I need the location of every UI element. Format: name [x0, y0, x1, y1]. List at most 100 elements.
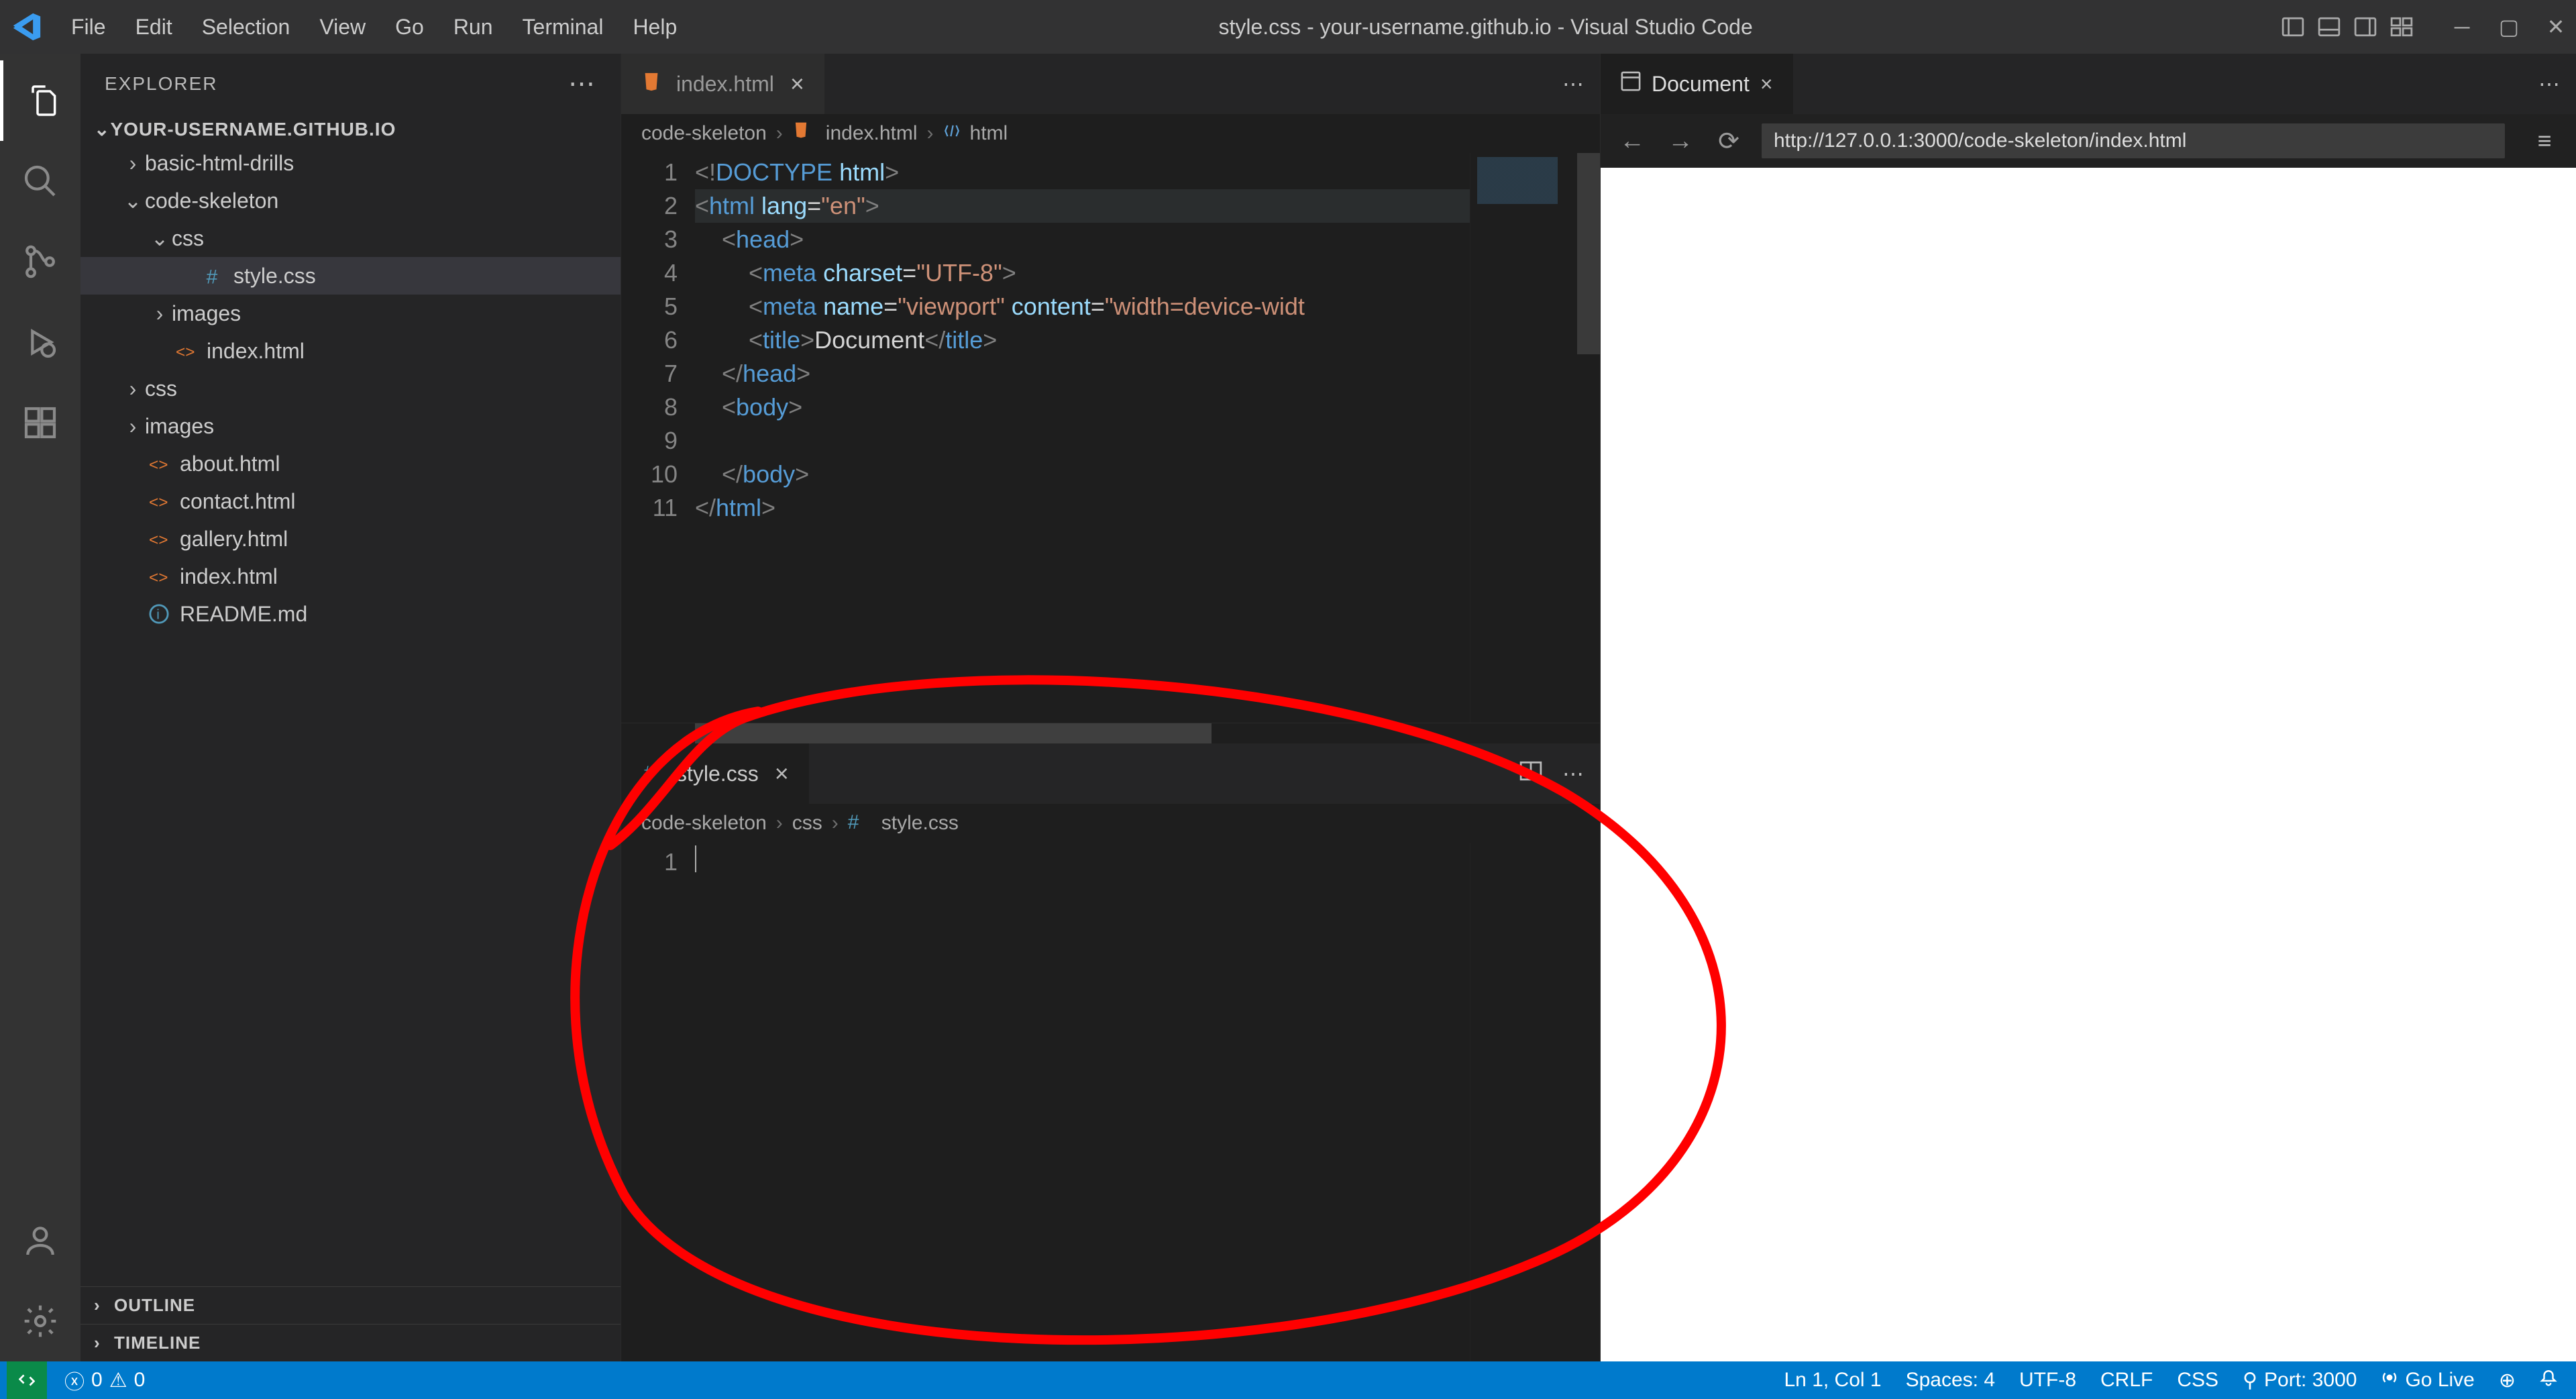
cursor-position[interactable]: Ln 1, Col 1 — [1772, 1361, 1894, 1399]
eol-button[interactable]: CRLF — [2088, 1361, 2165, 1399]
activity-settings-icon[interactable] — [0, 1281, 80, 1361]
url-bar[interactable]: http://127.0.0.1:3000/code-skeleton/inde… — [1762, 123, 2505, 158]
tree-item-label: basic-html-drills — [145, 151, 294, 176]
code-area[interactable] — [695, 843, 1470, 1361]
svg-text:<>: <> — [149, 456, 168, 474]
minimap[interactable] — [1470, 843, 1577, 1361]
window-close-icon[interactable]: ✕ — [2542, 13, 2569, 40]
tree-item-label: css — [145, 376, 177, 401]
tab-label: index.html — [676, 72, 774, 97]
menu-help[interactable]: Help — [618, 11, 692, 44]
explorer-root[interactable]: ⌄ YOUR-USERNAME.GITHUB.IO — [80, 114, 621, 144]
breadcrumb-seg[interactable]: code-skeleton — [641, 122, 767, 145]
explorer-sidebar: EXPLORER ⋯ ⌄ YOUR-USERNAME.GITHUB.IO ›ba… — [80, 54, 621, 1361]
scrollbar-horizontal[interactable] — [621, 723, 1600, 743]
tree-item-label: style.css — [233, 264, 316, 289]
activity-source-control-icon[interactable] — [0, 221, 80, 302]
megaphone-icon: ⊕ — [2499, 1369, 2516, 1392]
outline-section[interactable]: ›OUTLINE — [80, 1286, 621, 1324]
editor-more-icon[interactable]: ⋯ — [1562, 71, 1584, 97]
toggle-secondary-sidebar-icon[interactable] — [2352, 13, 2379, 40]
folder-item[interactable]: ›css — [80, 370, 621, 407]
breadcrumb-seg[interactable]: code-skeleton — [641, 812, 767, 835]
tree-item-label: index.html — [207, 339, 305, 364]
html-file-icon: <> — [145, 489, 173, 513]
preview-frame[interactable] — [1601, 168, 2576, 1361]
menu-selection[interactable]: Selection — [187, 11, 305, 44]
menu-run[interactable]: Run — [439, 11, 508, 44]
breadcrumb-seg[interactable]: style.css — [881, 812, 959, 835]
editor-top[interactable]: 1234567891011 <!DOCTYPE html><html lang=… — [621, 153, 1600, 723]
code-area[interactable]: <!DOCTYPE html><html lang="en"> <head> <… — [695, 153, 1470, 723]
editor-bottom[interactable]: 1 — [621, 843, 1600, 1361]
activity-run-debug-icon[interactable] — [0, 302, 80, 382]
tree-item-label: images — [172, 301, 241, 326]
file-item[interactable]: <>index.html — [80, 332, 621, 370]
indentation-button[interactable]: Spaces: 4 — [1894, 1361, 2007, 1399]
folder-item[interactable]: ›images — [80, 407, 621, 445]
menu-edit[interactable]: Edit — [121, 11, 187, 44]
window-maximize-icon[interactable]: ▢ — [2496, 13, 2522, 40]
tab-close-icon[interactable]: × — [775, 760, 789, 788]
file-item[interactable]: <>contact.html — [80, 482, 621, 520]
breadcrumb-seg[interactable]: css — [792, 812, 822, 835]
editor-more-icon[interactable]: ⋯ — [1562, 761, 1584, 786]
file-item[interactable]: <>about.html — [80, 445, 621, 482]
go-live-button[interactable]: Go Live — [2369, 1361, 2486, 1399]
folder-item[interactable]: ›images — [80, 295, 621, 332]
file-item[interactable]: iREADME.md — [80, 595, 621, 633]
breadcrumb-seg[interactable]: index.html — [826, 122, 918, 145]
feedback-button[interactable]: ⊕ — [2487, 1361, 2528, 1399]
remote-button[interactable] — [7, 1361, 47, 1399]
folder-item[interactable]: ⌄code-skeleton — [80, 182, 621, 219]
file-item[interactable]: <>index.html — [80, 558, 621, 595]
file-item[interactable]: <>gallery.html — [80, 520, 621, 558]
folder-item[interactable]: ›basic-html-drills — [80, 144, 621, 182]
split-editor-icon[interactable] — [1519, 760, 1542, 788]
notifications-button[interactable] — [2528, 1361, 2569, 1399]
nav-forward-icon[interactable]: → — [1665, 127, 1696, 156]
folder-item[interactable]: ⌄css — [80, 219, 621, 257]
preview-tab[interactable]: Document × — [1601, 54, 1793, 114]
editor-tabs-bottom: # style.css × ⋯ — [621, 743, 1600, 804]
sidebar-more-icon[interactable]: ⋯ — [568, 68, 596, 99]
menu-go[interactable]: Go — [380, 11, 439, 44]
activity-search-icon[interactable] — [0, 141, 80, 221]
reload-icon[interactable]: ⟳ — [1713, 126, 1744, 156]
tree-item-label: css — [172, 226, 204, 251]
editor-more-icon[interactable]: ⋯ — [2538, 71, 2560, 97]
chevron-down-icon: ⌄ — [121, 188, 145, 213]
problems-button[interactable]: ⓧ0 ⚠0 — [52, 1361, 157, 1399]
activity-explorer-icon[interactable] — [0, 60, 80, 141]
toggle-primary-sidebar-icon[interactable] — [2279, 13, 2306, 40]
html-file-icon: <> — [145, 527, 173, 551]
tree-item-label: README.md — [180, 602, 307, 627]
tab-index-html[interactable]: index.html × — [621, 54, 824, 114]
preview-menu-icon[interactable]: ≡ — [2529, 127, 2560, 155]
chevron-right-icon: › — [121, 376, 145, 401]
menu-terminal[interactable]: Terminal — [508, 11, 619, 44]
customize-layout-icon[interactable] — [2388, 13, 2415, 40]
menu-file[interactable]: File — [56, 11, 121, 44]
activity-extensions-icon[interactable] — [0, 382, 80, 463]
minimap[interactable] — [1470, 153, 1577, 723]
activity-accounts-icon[interactable] — [0, 1200, 80, 1281]
tab-style-css[interactable]: # style.css × — [621, 743, 809, 804]
tab-close-icon[interactable]: × — [1760, 72, 1773, 97]
file-item[interactable]: #style.css — [80, 257, 621, 295]
breadcrumb[interactable]: code-skeleton› index.html› html — [621, 114, 1600, 153]
breadcrumb[interactable]: code-skeleton› css› # style.css — [621, 804, 1600, 843]
scrollbar-vertical[interactable] — [1577, 843, 1600, 1361]
scrollbar-vertical[interactable] — [1577, 153, 1600, 723]
nav-back-icon[interactable]: ← — [1617, 127, 1648, 156]
timeline-section[interactable]: ›TIMELINE — [80, 1324, 621, 1361]
language-mode-button[interactable]: CSS — [2165, 1361, 2231, 1399]
encoding-button[interactable]: UTF-8 — [2007, 1361, 2088, 1399]
window-minimize-icon[interactable]: ─ — [2449, 13, 2475, 40]
breadcrumb-seg[interactable]: html — [970, 122, 1008, 145]
toggle-panel-icon[interactable] — [2316, 13, 2343, 40]
port-button[interactable]: ⚲Port: 3000 — [2231, 1361, 2369, 1399]
vscode-logo-icon — [7, 7, 47, 47]
menu-view[interactable]: View — [305, 11, 380, 44]
tab-close-icon[interactable]: × — [790, 70, 804, 98]
